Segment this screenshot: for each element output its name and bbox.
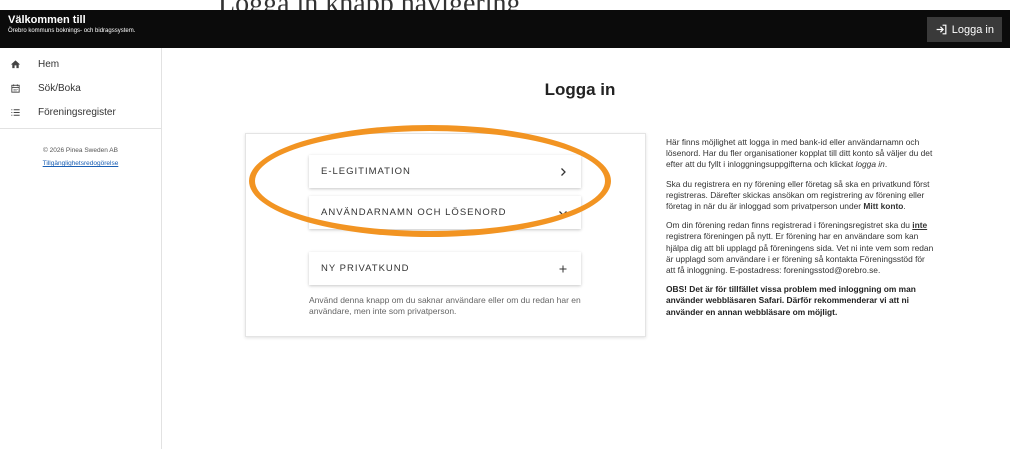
info-strong: inte [912, 220, 928, 231]
brand: Välkommen till Örebro kommuns boknings- … [8, 14, 135, 36]
info-panel: Här finns möjlighet att logga in med ban… [666, 137, 934, 326]
plus-icon [559, 265, 567, 272]
login-icon [936, 24, 947, 35]
top-bar: Välkommen till Örebro kommuns boknings- … [0, 10, 1010, 48]
option-label: E-LEGITIMATION [321, 166, 411, 177]
option-label: ANVÄNDARNAMN OCH LÖSENORD [321, 207, 507, 218]
sidebar-item-label: Sök/Boka [38, 82, 81, 94]
info-emphasis: logga in [855, 159, 885, 170]
info-paragraph: Här finns möjlighet att logga in med ban… [666, 137, 934, 171]
sidebar: Hem Sök/Boka Föreningsregister © 2026 Pi… [0, 48, 162, 449]
option-label: NY PRIVATKUND [321, 263, 410, 274]
info-paragraph: Om din förening redan finns registrerad … [666, 220, 934, 276]
login-button[interactable]: Logga in [926, 17, 1002, 42]
info-text: Om din förening redan finns registrerad … [666, 220, 913, 231]
info-text: registrera föreningen på nytt. Er föreni… [666, 231, 934, 276]
chevron-down-icon [559, 210, 567, 216]
sidebar-nav: Hem Sök/Boka Föreningsregister [0, 48, 161, 129]
new-private-customer-button[interactable]: NY PRIVATKUND [309, 252, 581, 285]
username-password-button[interactable]: ANVÄNDARNAMN OCH LÖSENORD [309, 196, 581, 229]
calendar-icon [11, 83, 20, 93]
e-legitimation-button[interactable]: E-LEGITIMATION [309, 155, 581, 188]
info-paragraph: Ska du registrera en ny förening eller f… [666, 179, 934, 213]
sidebar-item-sok-boka[interactable]: Sök/Boka [0, 76, 161, 100]
copyright: © 2026 Pinea Sweden AB [43, 147, 118, 154]
new-customer-help-text: Använd denna knapp om du saknar användar… [309, 295, 581, 316]
sidebar-item-label: Föreningsregister [38, 106, 116, 118]
sidebar-item-hem[interactable]: Hem [0, 52, 161, 76]
info-text: . [903, 201, 906, 212]
info-strong: Mitt konto [863, 201, 904, 212]
info-text: Här finns möjlighet att logga in med ban… [666, 137, 933, 170]
login-button-label: Logga in [951, 23, 994, 36]
home-icon [10, 59, 21, 68]
info-text: . [884, 159, 888, 170]
login-card: E-LEGITIMATION ANVÄNDARNAMN OCH LÖSENORD… [245, 133, 646, 337]
brand-subtitle: Örebro kommuns boknings- och bidragssyst… [8, 28, 136, 34]
chevron-right-icon [561, 167, 566, 176]
sidebar-item-label: Hem [38, 58, 60, 70]
safari-warning: OBS! Det är för tillfället vissa problem… [666, 284, 916, 317]
sidebar-item-foreningsregister[interactable]: Föreningsregister [0, 100, 161, 124]
accessibility-link[interactable]: Tillgänglighetsredogörelse [0, 160, 161, 167]
brand-title: Välkommen till [8, 14, 86, 26]
list-icon [11, 108, 20, 116]
page-title: Logga in [544, 80, 616, 99]
